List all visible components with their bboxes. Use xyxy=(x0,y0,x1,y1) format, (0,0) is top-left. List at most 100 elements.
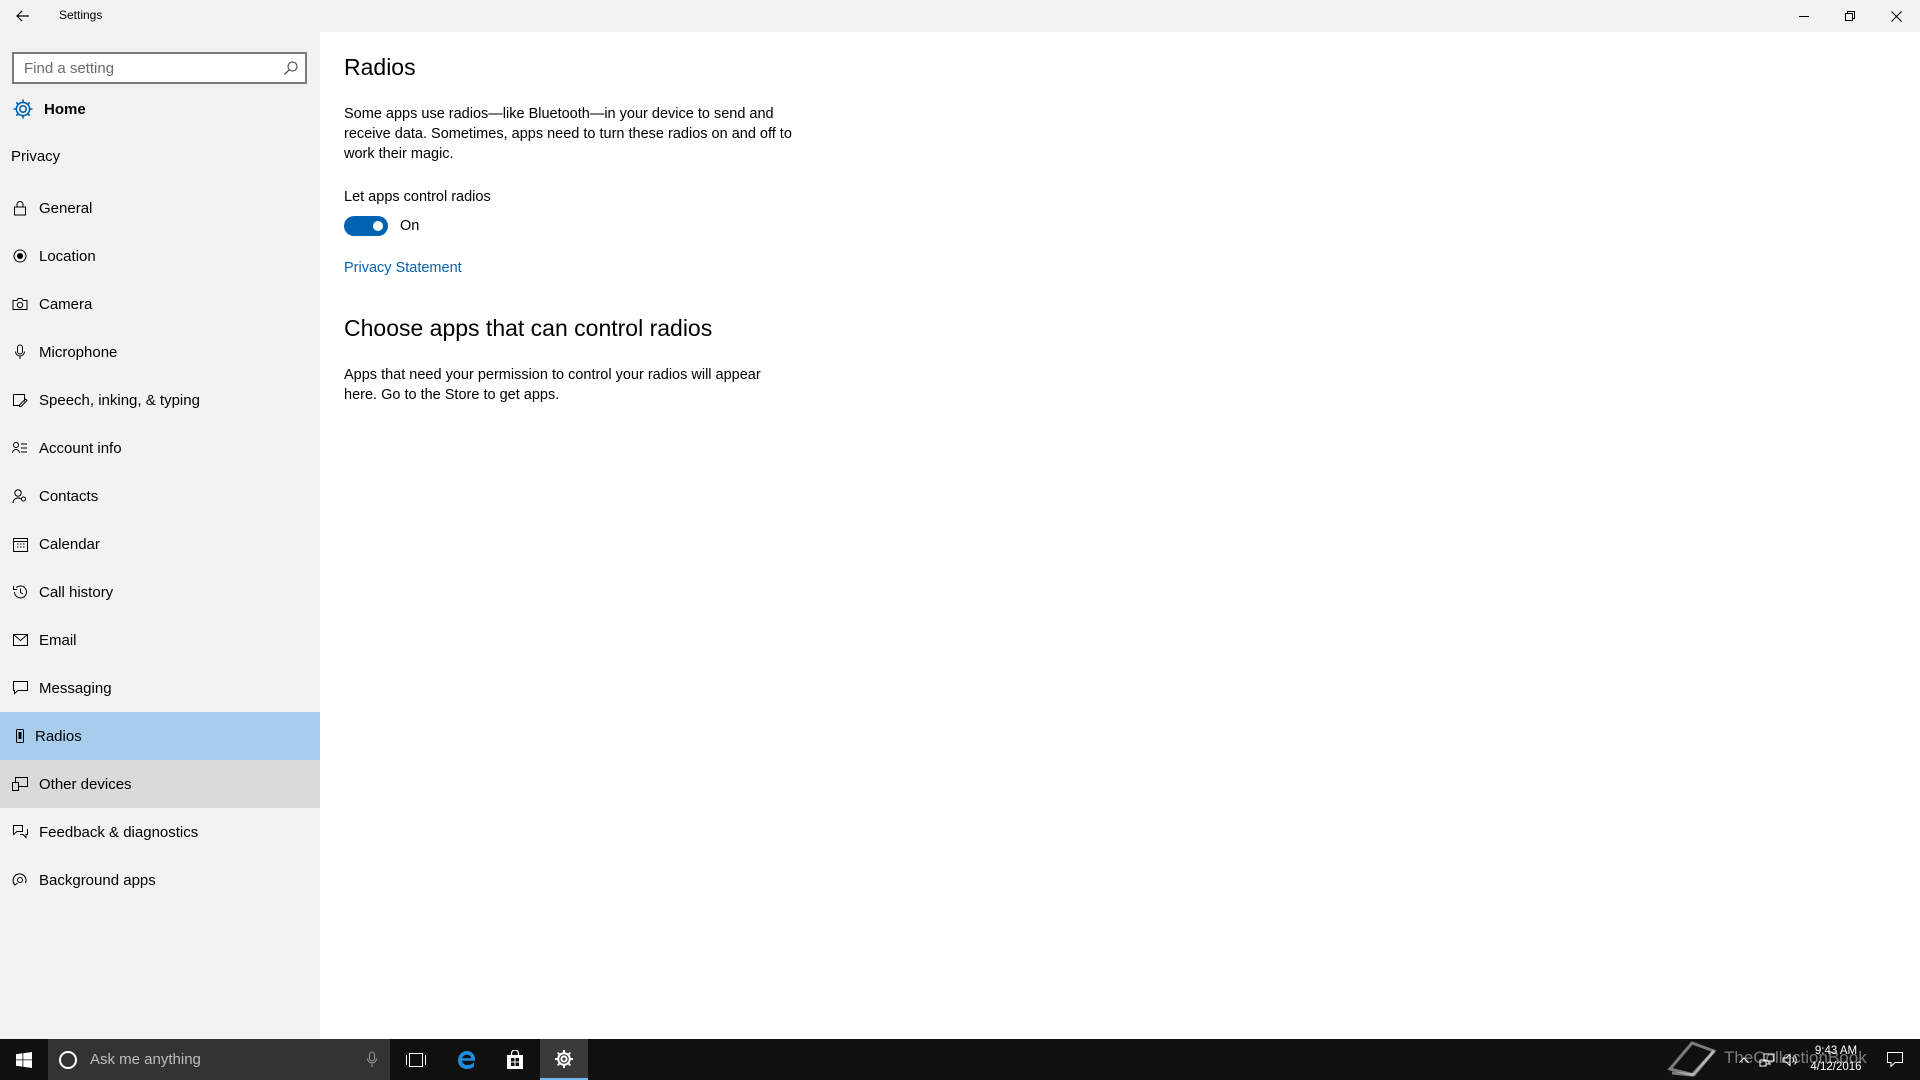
sidebar-item-label: Calendar xyxy=(39,535,100,553)
sidebar-item-location[interactable]: Location xyxy=(0,232,320,280)
back-button[interactable] xyxy=(10,4,36,28)
sidebar-item-microphone[interactable]: Microphone xyxy=(0,328,320,376)
radios-icon xyxy=(12,728,28,744)
sidebar-item-general[interactable]: General xyxy=(0,184,320,232)
cortana-icon xyxy=(59,1050,77,1069)
location-icon xyxy=(12,248,28,264)
sidebar-item-label: Radios xyxy=(35,727,82,745)
gear-icon xyxy=(13,99,33,119)
privacy-statement-link[interactable]: Privacy Statement xyxy=(344,260,462,276)
toggle-knob xyxy=(373,221,383,231)
gear-icon xyxy=(555,1049,573,1068)
camera-icon xyxy=(12,296,28,312)
email-icon xyxy=(12,632,28,648)
settings-taskbar-button[interactable] xyxy=(540,1039,588,1080)
toggle-state-label: On xyxy=(400,218,420,234)
start-button[interactable] xyxy=(0,1039,48,1080)
search-input[interactable] xyxy=(14,54,264,82)
window-title: Settings xyxy=(59,8,103,22)
search-icon[interactable] xyxy=(283,60,299,76)
messaging-icon xyxy=(12,680,28,696)
calendar-icon xyxy=(12,536,28,552)
minimize-button[interactable] xyxy=(1781,0,1827,32)
sidebar-item-contacts[interactable]: Contacts xyxy=(0,472,320,520)
sidebar-item-messaging[interactable]: Messaging xyxy=(0,664,320,712)
store-bag-icon xyxy=(507,1049,523,1069)
background-apps-icon xyxy=(12,872,28,888)
microphone-icon[interactable] xyxy=(366,1051,378,1068)
sidebar-item-other-devices[interactable]: Other devices xyxy=(0,760,320,808)
close-button[interactable] xyxy=(1873,0,1919,32)
sidebar-item-label: Microphone xyxy=(39,343,118,361)
cortana-placeholder: Ask me anything xyxy=(90,1051,201,1068)
minimize-icon xyxy=(1799,16,1809,17)
page-title: Radios xyxy=(344,54,416,80)
toggle-label: Let apps control radios xyxy=(344,189,491,205)
sidebar-item-label: Location xyxy=(39,247,96,265)
task-view-button[interactable] xyxy=(392,1039,440,1080)
radios-toggle-switch[interactable] xyxy=(344,216,388,236)
home-label: Home xyxy=(44,100,86,118)
back-arrow-icon xyxy=(16,10,29,22)
lock-icon xyxy=(12,200,28,216)
sidebar-item-camera[interactable]: Camera xyxy=(0,280,320,328)
speech-icon xyxy=(12,392,28,408)
feedback-icon xyxy=(12,824,28,840)
sidebar-item-account-info[interactable]: Account info xyxy=(0,424,320,472)
restore-icon xyxy=(1845,11,1855,21)
privacy-nav: General Location Camera Microphone Speec… xyxy=(0,184,320,904)
chevron-up-icon xyxy=(1739,1056,1749,1063)
sidebar: Home Privacy General Location Camera Mic… xyxy=(0,32,320,1039)
sidebar-item-label: General xyxy=(39,199,93,217)
clock-time: 9:43 AM xyxy=(1814,1045,1858,1057)
other-devices-icon xyxy=(12,776,28,792)
edge-button[interactable] xyxy=(443,1039,491,1080)
sidebar-item-call-history[interactable]: Call history xyxy=(0,568,320,616)
sidebar-item-calendar[interactable]: Calendar xyxy=(0,520,320,568)
windows-logo-icon xyxy=(16,1051,32,1068)
restore-button[interactable] xyxy=(1827,0,1873,32)
volume-tray-button[interactable] xyxy=(1779,1039,1801,1080)
clock-date: 4/12/2016 xyxy=(1810,1061,1862,1073)
account-info-icon xyxy=(12,440,28,456)
sidebar-item-label: Background apps xyxy=(39,871,156,889)
sidebar-item-radios[interactable]: Radios xyxy=(0,712,320,760)
sidebar-item-background-apps[interactable]: Background apps xyxy=(0,856,320,904)
close-icon xyxy=(1890,10,1902,22)
cortana-search-box[interactable]: Ask me anything xyxy=(48,1039,390,1080)
taskbar: Ask me anything 9:43 AM 4/12/2016 xyxy=(0,1039,1920,1080)
network-icon xyxy=(1759,1053,1775,1066)
search-box[interactable] xyxy=(12,52,307,84)
volume-icon xyxy=(1782,1052,1797,1067)
sidebar-item-label: Feedback & diagnostics xyxy=(39,823,199,841)
sidebar-item-label: Account info xyxy=(39,439,122,457)
sidebar-item-label: Email xyxy=(39,631,77,649)
contacts-icon xyxy=(12,488,28,504)
network-tray-button[interactable] xyxy=(1756,1039,1778,1080)
toggle-row: On xyxy=(344,216,419,236)
section-label: Privacy xyxy=(11,148,61,165)
page-description: Some apps use radios—like Bluetooth—in y… xyxy=(344,106,792,162)
section-title: Choose apps that can control radios xyxy=(344,315,713,341)
microphone-icon xyxy=(12,344,28,360)
sidebar-item-label: Contacts xyxy=(39,487,99,505)
store-button[interactable] xyxy=(491,1039,539,1080)
show-hidden-icons-button[interactable] xyxy=(1734,1039,1754,1080)
sidebar-item-label: Messaging xyxy=(39,679,112,697)
task-view-icon xyxy=(406,1052,426,1067)
call-history-icon xyxy=(12,584,28,600)
sidebar-item-feedback[interactable]: Feedback & diagnostics xyxy=(0,808,320,856)
sidebar-item-label: Call history xyxy=(39,583,114,601)
section-description: Apps that need your permission to contro… xyxy=(344,367,761,403)
sidebar-item-label: Camera xyxy=(39,295,93,313)
title-bar: Settings xyxy=(0,0,1920,32)
sidebar-item-label: Speech, inking, & typing xyxy=(39,391,200,409)
home-link[interactable]: Home xyxy=(12,94,86,124)
sidebar-item-email[interactable]: Email xyxy=(0,616,320,664)
taskbar-clock[interactable]: 9:43 AM 4/12/2016 xyxy=(1800,1043,1872,1075)
action-center-button[interactable] xyxy=(1880,1039,1910,1080)
sidebar-item-label: Other devices xyxy=(39,775,132,793)
edge-browser-icon xyxy=(458,1050,475,1069)
sidebar-item-speech[interactable]: Speech, inking, & typing xyxy=(0,376,320,424)
action-center-icon xyxy=(1887,1052,1903,1067)
